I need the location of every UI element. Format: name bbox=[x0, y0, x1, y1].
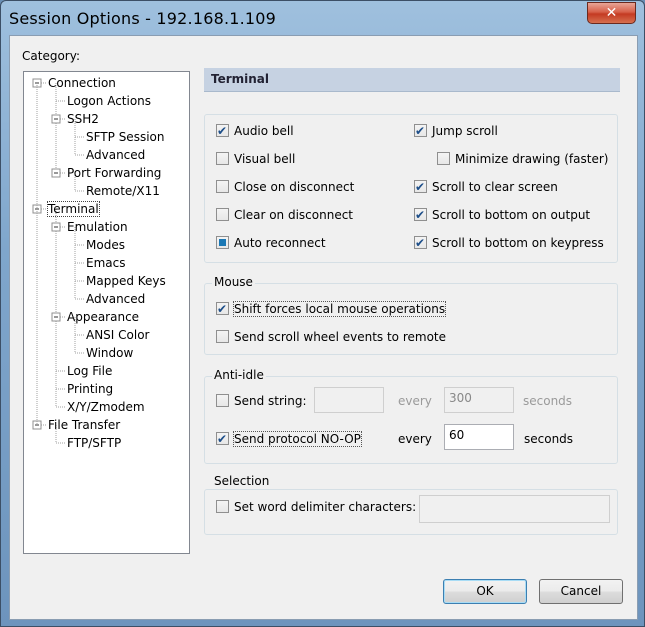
checkbox-box[interactable] bbox=[414, 122, 427, 140]
title-bar[interactable]: Session Options - 192.168.1.109 ✕ bbox=[1, 1, 644, 35]
tree-item[interactable]: SFTP Session bbox=[86, 129, 164, 145]
word-delimiter-checkbox[interactable]: Set word delimiter characters: bbox=[216, 498, 416, 516]
jump-scroll-checkbox[interactable]: Jump scroll bbox=[414, 122, 498, 140]
scroll-bottom-keypress-checkbox[interactable]: Scroll to bottom on keypress bbox=[414, 234, 604, 252]
send-noop-seconds-label: seconds bbox=[524, 432, 574, 446]
tree-item[interactable]: Emulation bbox=[67, 219, 128, 235]
tree-item-label: Log File bbox=[67, 364, 113, 378]
send-string-checkbox[interactable]: Send string: bbox=[216, 392, 307, 410]
tree-item[interactable]: Appearance bbox=[67, 309, 139, 325]
tree-item-label: Advanced bbox=[86, 148, 146, 162]
tree-item-label: Modes bbox=[86, 238, 125, 252]
tree-item[interactable]: Connection bbox=[48, 75, 116, 91]
tree-item[interactable]: Window bbox=[86, 345, 133, 361]
tree-item-label: Window bbox=[86, 346, 134, 360]
checkbox-box[interactable] bbox=[437, 152, 450, 165]
cancel-button[interactable]: Cancel bbox=[539, 579, 623, 604]
checkbox-box[interactable] bbox=[216, 300, 229, 318]
tree-item-label: SSH2 bbox=[67, 112, 99, 126]
dialog-client-area: Category: Connection Logon Actions SSH2 SFT… bbox=[9, 35, 638, 620]
tree-item[interactable]: Emacs bbox=[86, 255, 125, 271]
send-string-input[interactable] bbox=[314, 387, 384, 413]
tree-item-label: Emacs bbox=[86, 256, 126, 270]
tree-item[interactable]: Log File bbox=[67, 363, 112, 379]
tree-item[interactable]: ANSI Color bbox=[86, 327, 150, 343]
tree-item-label: Emulation bbox=[67, 220, 128, 234]
send-string-seconds-label: seconds bbox=[523, 394, 573, 408]
tree-item-label: Mapped Keys bbox=[86, 274, 166, 288]
tree-item[interactable]: Printing bbox=[67, 381, 113, 397]
scroll-to-clear-checkbox[interactable]: Scroll to clear screen bbox=[414, 178, 558, 196]
tree-item[interactable]: SSH2 bbox=[67, 111, 99, 127]
minimize-drawing-checkbox[interactable]: Minimize drawing (faster) bbox=[437, 150, 608, 168]
tree-item-label: Appearance bbox=[67, 310, 140, 324]
tree-item[interactable]: Terminal bbox=[47, 201, 100, 217]
panel-header: Terminal bbox=[204, 68, 620, 92]
send-noop-checkbox[interactable]: Send protocol NO-OP bbox=[216, 430, 362, 448]
checkbox-box[interactable] bbox=[414, 234, 427, 252]
word-delimiter-input[interactable] bbox=[419, 495, 610, 523]
tree-item-label: File Transfer bbox=[48, 418, 121, 432]
checkbox-box[interactable] bbox=[216, 330, 229, 343]
tree-item[interactable]: Mapped Keys bbox=[86, 273, 166, 289]
tree-item-label: Advanced bbox=[86, 292, 146, 306]
tree-item[interactable]: Advanced bbox=[86, 147, 145, 163]
tree-item[interactable]: Remote/X11 bbox=[86, 183, 160, 199]
checkbox-box[interactable] bbox=[216, 394, 229, 407]
category-tree[interactable]: Connection Logon Actions SSH2 SFTP Session A… bbox=[23, 71, 190, 554]
send-string-every-label: every bbox=[398, 394, 432, 408]
scroll-bottom-output-checkbox[interactable]: Scroll to bottom on output bbox=[414, 206, 590, 224]
tree-item[interactable]: X/Y/Zmodem bbox=[67, 399, 145, 415]
tree-item-label: Remote/X11 bbox=[86, 184, 160, 198]
close-button[interactable]: ✕ bbox=[587, 2, 636, 24]
tree-item-label: Connection bbox=[48, 76, 116, 90]
tree-item-label: ANSI Color bbox=[86, 328, 150, 342]
tree-item[interactable]: FTP/SFTP bbox=[67, 435, 121, 451]
shift-forces-checkbox[interactable]: Shift forces local mouse operations bbox=[216, 300, 447, 318]
tree-item-label: X/Y/Zmodem bbox=[67, 400, 145, 414]
send-noop-interval-input[interactable]: 60 bbox=[444, 424, 514, 450]
checkbox-box[interactable] bbox=[216, 500, 229, 513]
tree-item[interactable]: Logon Actions bbox=[67, 93, 151, 109]
close-icon: ✕ bbox=[605, 5, 618, 21]
tree-item-label: Logon Actions bbox=[67, 94, 152, 108]
audio-bell-checkbox[interactable]: Audio bell bbox=[216, 122, 294, 140]
clear-on-disconnect-checkbox[interactable]: Clear on disconnect bbox=[216, 206, 353, 224]
session-options-window: Session Options - 192.168.1.109 ✕ Catego… bbox=[0, 0, 645, 627]
scroll-wheel-checkbox[interactable]: Send scroll wheel events to remote bbox=[216, 328, 446, 346]
mouse-group-title: Mouse bbox=[212, 275, 255, 289]
tree-item[interactable]: Port Forwarding bbox=[67, 165, 161, 181]
window-title: Session Options - 192.168.1.109 bbox=[9, 9, 277, 28]
tree-item[interactable]: Modes bbox=[86, 237, 125, 253]
send-string-interval-input[interactable]: 300 bbox=[444, 387, 514, 413]
close-on-disconnect-checkbox[interactable]: Close on disconnect bbox=[216, 178, 354, 196]
selection-group-title: Selection bbox=[212, 474, 272, 488]
panel-title: Terminal bbox=[211, 72, 270, 86]
checkbox-box[interactable] bbox=[414, 206, 427, 224]
anti-idle-group bbox=[204, 376, 618, 464]
ok-button[interactable]: OK bbox=[443, 579, 527, 604]
tree-item[interactable]: File Transfer bbox=[48, 417, 120, 433]
send-noop-every-label: every bbox=[398, 432, 432, 446]
checkbox-box[interactable] bbox=[216, 180, 229, 193]
checkbox-box[interactable] bbox=[216, 152, 229, 165]
checkbox-box[interactable] bbox=[216, 208, 229, 221]
auto-reconnect-checkbox[interactable]: Auto reconnect bbox=[216, 234, 326, 252]
visual-bell-checkbox[interactable]: Visual bell bbox=[216, 150, 295, 168]
tree-item[interactable]: Advanced bbox=[86, 291, 145, 307]
tree-item-label: SFTP Session bbox=[86, 130, 165, 144]
tree-item-label: Printing bbox=[67, 382, 114, 396]
category-label: Category: bbox=[22, 49, 80, 63]
checkbox-box[interactable] bbox=[414, 178, 427, 196]
checkbox-box[interactable] bbox=[216, 430, 229, 448]
tree-item-label: Port Forwarding bbox=[67, 166, 162, 180]
tree-item-label: FTP/SFTP bbox=[67, 436, 122, 450]
checkbox-box[interactable] bbox=[216, 122, 229, 140]
anti-idle-group-title: Anti-idle bbox=[212, 368, 266, 382]
checkbox-box[interactable] bbox=[216, 236, 229, 249]
tree-item-label: Terminal bbox=[47, 201, 100, 217]
